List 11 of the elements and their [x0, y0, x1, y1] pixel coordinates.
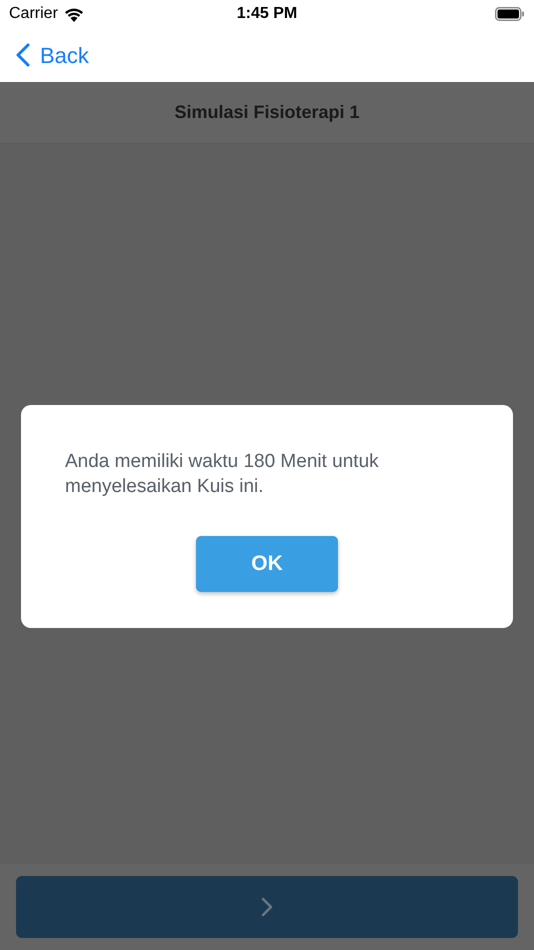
- carrier-label: Carrier: [9, 4, 58, 24]
- back-button[interactable]: Back: [16, 38, 89, 72]
- next-button[interactable]: [16, 876, 518, 938]
- wifi-icon: [64, 6, 84, 22]
- chevron-right-icon: [261, 897, 273, 917]
- chevron-left-icon: [16, 43, 30, 67]
- page-title: Simulasi Fisioterapi 1: [174, 101, 360, 124]
- clock-time: 1:45 PM: [236, 4, 298, 24]
- dialog-message: Anda memiliki waktu 180 Menit untuk menyelesaikan Kuis ini.: [65, 450, 380, 499]
- battery-icon: [495, 7, 525, 21]
- ok-button[interactable]: OK: [196, 536, 338, 592]
